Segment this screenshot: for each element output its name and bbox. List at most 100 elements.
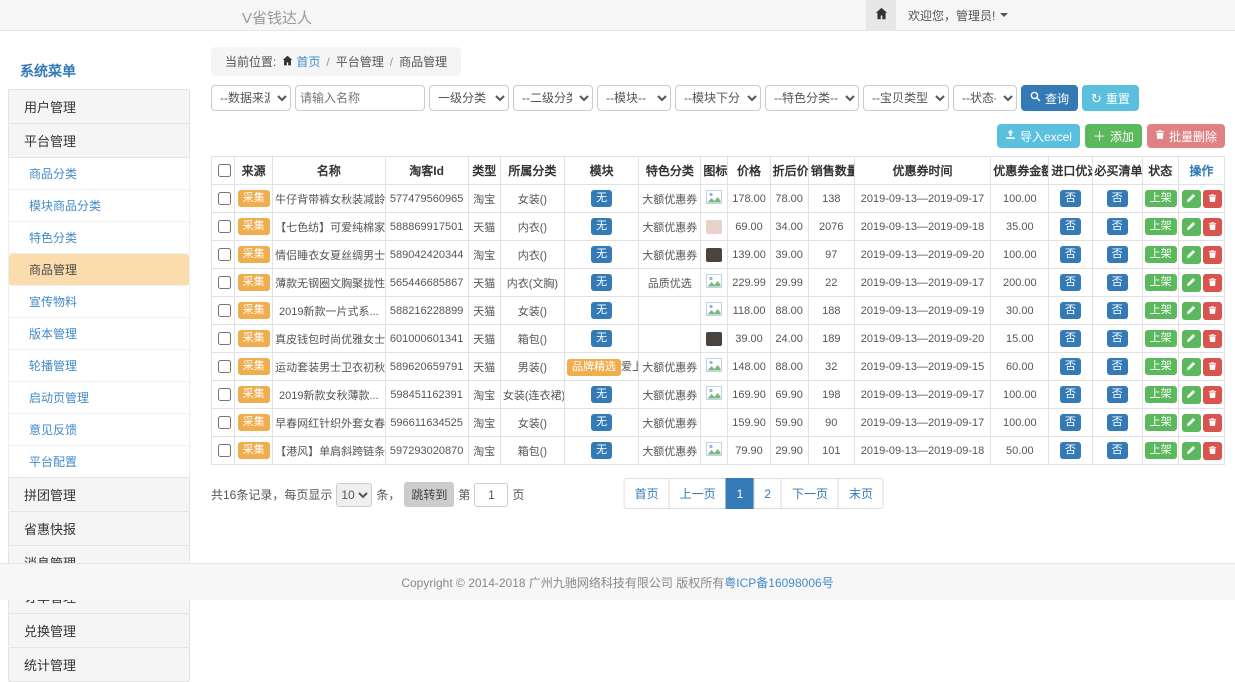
edit-button[interactable]: [1182, 302, 1201, 320]
import-select-toggle[interactable]: 否: [1060, 442, 1081, 459]
edit-button[interactable]: [1182, 414, 1201, 432]
sidebar-item-1-2[interactable]: 特色分类: [9, 222, 189, 254]
edit-button[interactable]: [1182, 386, 1201, 404]
sidebar-item-1-7[interactable]: 启动页管理: [9, 382, 189, 414]
sidebar-item-1-6[interactable]: 轮播管理: [9, 350, 189, 382]
name-input[interactable]: [295, 85, 425, 111]
add-button[interactable]: ＋ 添加: [1085, 124, 1142, 148]
sidebar-group-6[interactable]: 兑换管理: [8, 613, 190, 648]
module-badge[interactable]: 无: [591, 190, 612, 207]
must-buy-toggle[interactable]: 否: [1107, 218, 1128, 235]
status-select[interactable]: --状态--: [953, 85, 1017, 111]
status-toggle[interactable]: 上架: [1145, 302, 1177, 319]
status-toggle[interactable]: 上架: [1145, 330, 1177, 347]
pager-button-5[interactable]: 末页: [838, 478, 884, 509]
must-buy-toggle[interactable]: 否: [1107, 442, 1128, 459]
import-select-toggle[interactable]: 否: [1060, 274, 1081, 291]
pager-button-2[interactable]: 1: [726, 478, 755, 509]
edit-button[interactable]: [1182, 330, 1201, 348]
sidebar-group-7[interactable]: 统计管理: [8, 647, 190, 682]
pager-button-4[interactable]: 下一页: [781, 478, 839, 509]
status-toggle[interactable]: 上架: [1145, 414, 1177, 431]
status-toggle[interactable]: 上架: [1145, 218, 1177, 235]
module-badge[interactable]: 无: [591, 330, 612, 347]
delete-button[interactable]: [1203, 274, 1222, 292]
import-select-toggle[interactable]: 否: [1060, 246, 1081, 263]
must-buy-toggle[interactable]: 否: [1107, 190, 1128, 207]
delete-button[interactable]: [1203, 414, 1222, 432]
sidebar-item-1-0[interactable]: 商品分类: [9, 158, 189, 190]
delete-button[interactable]: [1203, 246, 1222, 264]
row-checkbox[interactable]: [218, 220, 231, 233]
row-checkbox[interactable]: [218, 360, 231, 373]
sidebar-item-1-4[interactable]: 宣传物料: [9, 286, 189, 318]
edit-button[interactable]: [1182, 442, 1201, 460]
import-select-toggle[interactable]: 否: [1060, 218, 1081, 235]
module-badge[interactable]: 无: [591, 414, 612, 431]
page-number-input[interactable]: [474, 483, 508, 507]
must-buy-toggle[interactable]: 否: [1107, 330, 1128, 347]
must-buy-toggle[interactable]: 否: [1107, 246, 1128, 263]
home-button[interactable]: [866, 0, 896, 30]
delete-button[interactable]: [1203, 190, 1222, 208]
edit-button[interactable]: [1182, 358, 1201, 376]
sidebar-item-1-3[interactable]: 商品管理: [9, 254, 189, 286]
search-button[interactable]: 查询: [1021, 85, 1078, 111]
row-checkbox[interactable]: [218, 276, 231, 289]
jump-button[interactable]: 跳转到: [404, 482, 454, 507]
feature-category-select[interactable]: --特色分类--: [765, 85, 859, 111]
sidebar-group-1[interactable]: 平台管理: [8, 123, 190, 158]
per-page-select[interactable]: 10: [336, 483, 372, 507]
must-buy-toggle[interactable]: 否: [1107, 386, 1128, 403]
select-all-checkbox[interactable]: [218, 164, 231, 177]
status-toggle[interactable]: 上架: [1145, 274, 1177, 291]
status-toggle[interactable]: 上架: [1145, 442, 1177, 459]
row-checkbox[interactable]: [218, 416, 231, 429]
edit-button[interactable]: [1182, 246, 1201, 264]
row-checkbox[interactable]: [218, 388, 231, 401]
sidebar-item-1-9[interactable]: 平台配置: [9, 446, 189, 477]
delete-button[interactable]: [1203, 218, 1222, 236]
module-badge[interactable]: 无: [591, 386, 612, 403]
import-select-toggle[interactable]: 否: [1060, 358, 1081, 375]
pager-button-0[interactable]: 首页: [624, 478, 670, 509]
breadcrumb-home-link[interactable]: 首页: [282, 53, 320, 70]
row-checkbox[interactable]: [218, 444, 231, 457]
sidebar-group-3[interactable]: 省惠快报: [8, 511, 190, 546]
delete-button[interactable]: [1203, 442, 1222, 460]
module-badge[interactable]: 无: [591, 442, 612, 459]
delete-button[interactable]: [1203, 358, 1222, 376]
edit-button[interactable]: [1182, 274, 1201, 292]
must-buy-toggle[interactable]: 否: [1107, 358, 1128, 375]
must-buy-toggle[interactable]: 否: [1107, 274, 1128, 291]
must-buy-toggle[interactable]: 否: [1107, 414, 1128, 431]
import-select-toggle[interactable]: 否: [1060, 190, 1081, 207]
user-menu[interactable]: 欢迎您，管理员!: [896, 0, 1020, 30]
import-select-toggle[interactable]: 否: [1060, 330, 1081, 347]
row-checkbox[interactable]: [218, 304, 231, 317]
import-select-toggle[interactable]: 否: [1060, 386, 1081, 403]
import-select-toggle[interactable]: 否: [1060, 302, 1081, 319]
reset-button[interactable]: ↻ 重置: [1082, 85, 1139, 111]
pager-button-3[interactable]: 2: [753, 478, 782, 509]
row-checkbox[interactable]: [218, 332, 231, 345]
import-excel-button[interactable]: 导入excel: [997, 124, 1080, 148]
sidebar-group-0[interactable]: 用户管理: [8, 89, 190, 124]
row-checkbox[interactable]: [218, 192, 231, 205]
level2-category-select[interactable]: --二级分类--: [513, 85, 593, 111]
edit-button[interactable]: [1182, 218, 1201, 236]
module-select[interactable]: --模块--: [597, 85, 671, 111]
level1-category-select[interactable]: 一级分类: [429, 85, 509, 111]
row-checkbox[interactable]: [218, 248, 231, 261]
sidebar-item-1-1[interactable]: 模块商品分类: [9, 190, 189, 222]
pager-button-1[interactable]: 上一页: [669, 478, 727, 509]
module-badge[interactable]: 无: [591, 302, 612, 319]
delete-button[interactable]: [1203, 302, 1222, 320]
status-toggle[interactable]: 上架: [1145, 358, 1177, 375]
sidebar-item-1-8[interactable]: 意见反馈: [9, 414, 189, 446]
module-badge[interactable]: 无: [591, 218, 612, 235]
delete-button[interactable]: [1203, 330, 1222, 348]
status-toggle[interactable]: 上架: [1145, 386, 1177, 403]
item-type-select[interactable]: --宝贝类型--: [863, 85, 949, 111]
icp-link[interactable]: 粤ICP备16098006号: [724, 574, 833, 591]
